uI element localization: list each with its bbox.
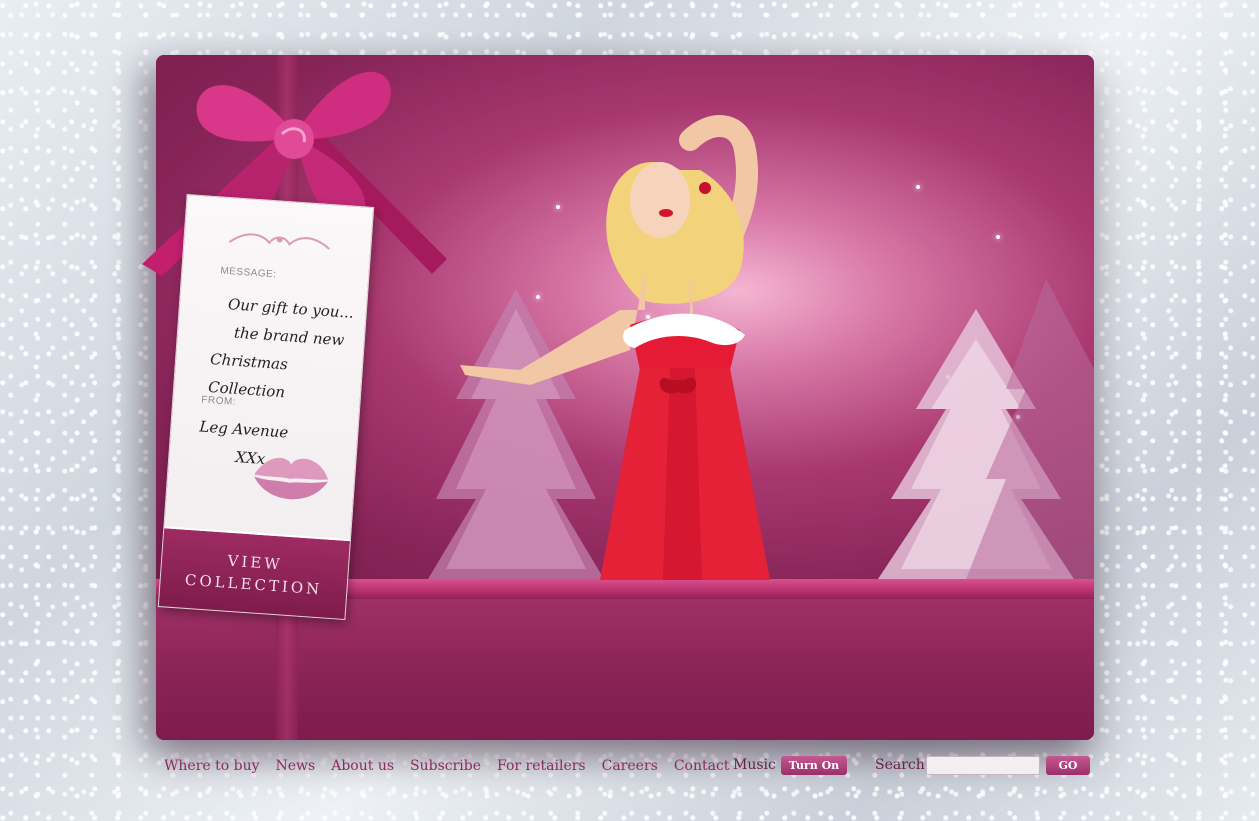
message-label: MESSAGE: [219, 265, 277, 281]
lipstick-kiss-icon [254, 457, 329, 500]
nav-link-careers[interactable]: Careers [602, 758, 658, 774]
music-turn-on-button[interactable]: Turn On [781, 756, 847, 775]
search-input[interactable] [926, 756, 1040, 775]
sparkle [996, 235, 1000, 239]
model-photo-image [460, 115, 770, 580]
nav-link-contact[interactable]: Contact [674, 758, 730, 774]
search-go-button[interactable]: GO [1046, 756, 1090, 775]
nav-link-for-retailers[interactable]: For retailers [497, 758, 586, 774]
view-collection-line-2: COLLECTION [184, 570, 323, 599]
nav-link-news[interactable]: News [276, 758, 316, 774]
nav-link-subscribe[interactable]: Subscribe [410, 758, 481, 774]
nav-link-about-us[interactable]: About us [331, 758, 394, 774]
search-label: Search [875, 757, 925, 773]
from-label: FROM: [200, 394, 237, 408]
footer-nav: Where to buy News About us Subscribe For… [164, 752, 745, 780]
music-label: Music [733, 757, 776, 773]
sparkle [916, 185, 920, 189]
view-collection-button[interactable]: VIEW COLLECTION [158, 526, 350, 619]
flourish-icon [228, 233, 330, 250]
christmas-tree-far-right-image [966, 279, 1094, 579]
nav-link-where-to-buy[interactable]: Where to buy [164, 758, 260, 774]
gift-tag: MESSAGE: Our gift to you... the brand ne… [157, 193, 375, 621]
from-name: Leg Avenue [198, 417, 289, 442]
